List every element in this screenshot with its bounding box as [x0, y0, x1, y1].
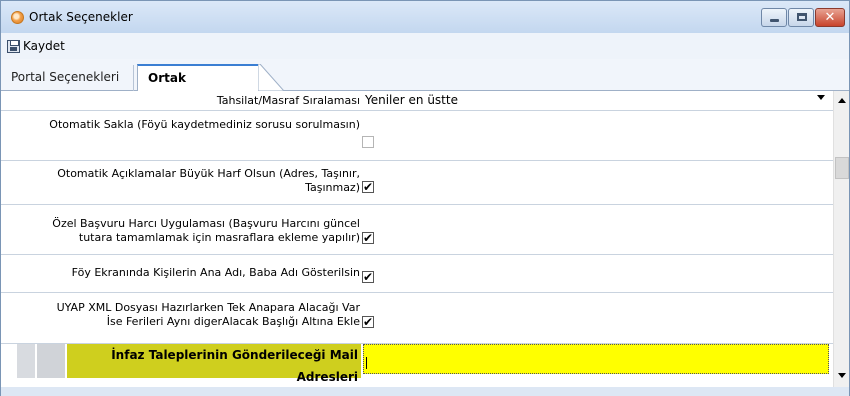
minimize-button[interactable]: [761, 8, 787, 27]
close-button[interactable]: ✕: [815, 8, 845, 27]
maximize-icon: [797, 13, 807, 21]
row-label: Föy Ekranında Kişilerin Ana Adı, Baba Ad…: [71, 266, 360, 279]
floppy-disk-icon: [7, 39, 20, 53]
title-bar: Ortak Seçenekler ✕: [1, 1, 849, 33]
auto-save-checkbox[interactable]: [362, 136, 374, 148]
options-grid: Tahsilat/Masraf Sıralaması Yeniler en üs…: [1, 91, 833, 387]
row-indicator: [17, 344, 35, 378]
row-label: Tahsilat/Masraf Sıralaması: [216, 94, 360, 107]
toolbar: Kaydet: [1, 33, 849, 59]
chevron-down-icon[interactable]: [817, 95, 825, 100]
uyap-xml-checkbox[interactable]: ✔: [362, 316, 374, 328]
app-icon: [11, 11, 24, 24]
row-collection-order: Tahsilat/Masraf Sıralaması Yeniler en üs…: [1, 91, 833, 111]
save-label: Kaydet: [23, 39, 65, 53]
row-label-line1: Otomatik Açıklamalar Büyük Harf Olsun (A…: [57, 167, 360, 180]
row-label-line2: tutara tamamlamak için masraflara ekleme…: [78, 231, 360, 244]
tab-common-options[interactable]: Ortak Seçenekler: [137, 64, 259, 109]
row-mail-addresses: İnfaz Taleplerinin Gönderileceği Mail Ad…: [1, 344, 833, 384]
collection-order-dropdown[interactable]: Yeniler en üstte: [362, 91, 833, 110]
row-label-line2: Taşınmaz): [305, 181, 360, 194]
row-label-line1: Özel Başvuru Harcı Uygulaması (Başvuru H…: [52, 217, 360, 230]
save-button[interactable]: Kaydet: [7, 38, 65, 54]
minimize-icon: [770, 19, 779, 22]
row-label: Otomatik Sakla (Föyü kaydetmediniz sorus…: [49, 118, 360, 131]
show-parent-names-checkbox[interactable]: ✔: [362, 271, 374, 283]
tab-slope-decoration: [258, 64, 284, 92]
scroll-up-icon[interactable]: [838, 98, 846, 103]
row-uppercase-descriptions: Otomatik Açıklamalar Büyük Harf Olsun (A…: [1, 161, 833, 205]
dropdown-value: Yeniler en üstte: [365, 93, 458, 107]
row-auto-save: Otomatik Sakla (Föyü kaydetmediniz sorus…: [1, 111, 833, 161]
text-caret: [366, 357, 367, 369]
scroll-thumb[interactable]: [835, 157, 849, 179]
row-label-line1: UYAP XML Dosyası Hazırlarken Tek Anapara…: [56, 301, 360, 314]
row-indicator: [37, 344, 65, 378]
row-show-parent-names: Föy Ekranında Kişilerin Ana Adı, Baba Ad…: [1, 255, 833, 293]
maximize-button[interactable]: [788, 8, 814, 27]
bottom-border: [1, 387, 849, 396]
mail-addresses-input[interactable]: [363, 344, 829, 374]
row-label-line2: İse Ferileri Aynı digerAlacak Başlığı Al…: [106, 315, 360, 328]
row-uyap-xml: UYAP XML Dosyası Hazırlarken Tek Anapara…: [1, 293, 833, 344]
special-fee-checkbox[interactable]: ✔: [362, 232, 374, 244]
close-icon: ✕: [824, 10, 836, 25]
scroll-down-icon[interactable]: [838, 373, 846, 378]
uppercase-descriptions-checkbox[interactable]: ✔: [362, 181, 374, 193]
mail-addresses-label: İnfaz Taleplerinin Gönderileceği Mail Ad…: [67, 344, 361, 384]
tab-portal-options[interactable]: Portal Seçenekleri: [1, 65, 134, 91]
vertical-scrollbar[interactable]: [833, 91, 849, 387]
window-title: Ortak Seçenekler: [29, 10, 133, 24]
options-window: Ortak Seçenekler ✕ Kaydet Portal Seçenek…: [0, 0, 850, 396]
row-special-fee: Özel Başvuru Harcı Uygulaması (Başvuru H…: [1, 205, 833, 255]
tab-strip: Portal Seçenekleri Ortak Seçenekler: [1, 59, 849, 109]
